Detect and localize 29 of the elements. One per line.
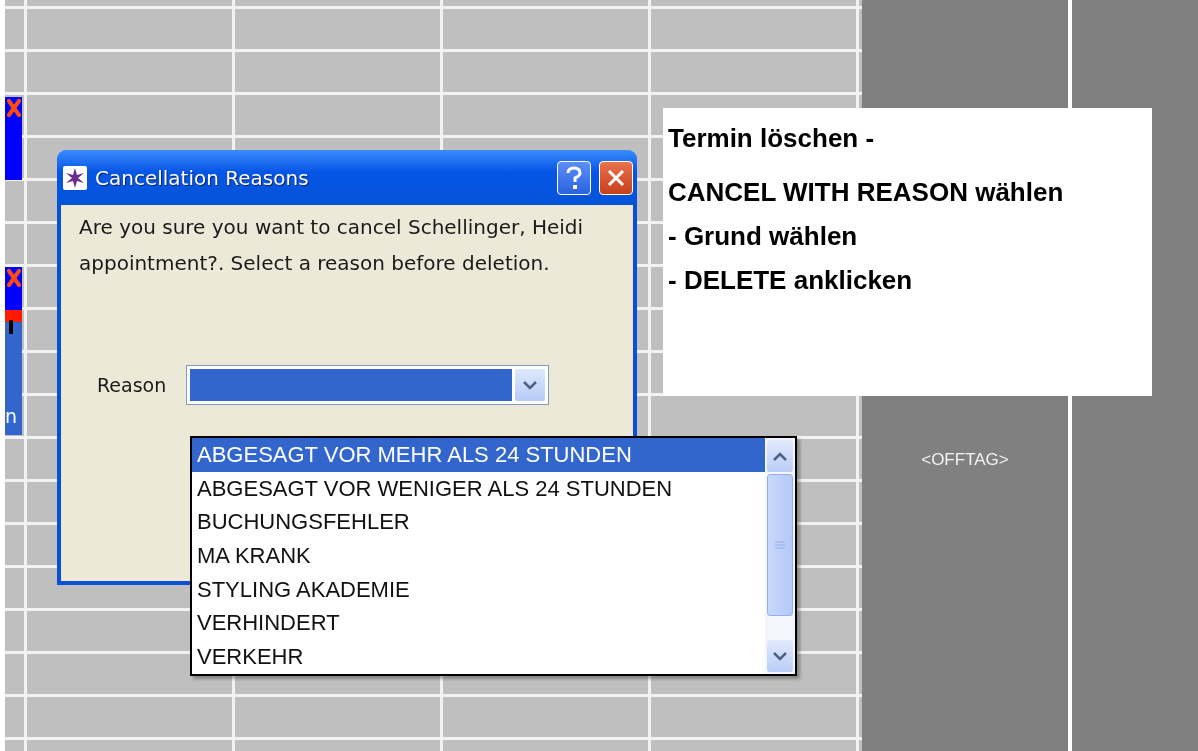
chevron-down-icon — [523, 380, 538, 390]
close-icon — [7, 99, 21, 117]
reason-dropdown[interactable] — [186, 365, 550, 405]
scrollbar[interactable] — [765, 438, 795, 674]
window-title: Cancellation Reasons — [95, 165, 310, 190]
close-icon — [7, 269, 21, 287]
flag-icon — [5, 310, 22, 334]
appointment-block[interactable] — [5, 267, 22, 310]
grip-icon — [775, 540, 785, 550]
scroll-down-icon — [773, 651, 787, 661]
app-icon — [63, 165, 87, 190]
appointment-text: n — [5, 405, 18, 427]
note-text: Termin löschen - — [668, 122, 876, 155]
reason-label: Reason — [97, 374, 167, 396]
scroll-thumb[interactable] — [767, 474, 793, 616]
day-off-label: <OFFTAG> — [921, 450, 1009, 471]
note-text: CANCEL WITH REASON wählen — [668, 176, 1065, 209]
scroll-up-icon — [773, 451, 787, 461]
dropdown-option[interactable]: ABGESAGT VOR MEHR ALS 24 STUNDEN — [192, 438, 765, 472]
note-text: - Grund wählen — [668, 220, 859, 253]
close-button[interactable] — [599, 160, 633, 195]
help-button[interactable] — [557, 160, 591, 195]
dropdown-option[interactable]: VERKEHR — [192, 640, 765, 674]
help-icon — [565, 165, 583, 190]
close-icon — [607, 168, 625, 187]
confirmation-message: Are you sure you want to cancel Schellinger, Heidi appointment?. Select a reason before deletion. — [79, 214, 585, 277]
appointment-block[interactable]: n — [5, 310, 22, 435]
appointment-block[interactable] — [5, 97, 22, 180]
note-text: - DELETE anklicken — [668, 264, 914, 297]
